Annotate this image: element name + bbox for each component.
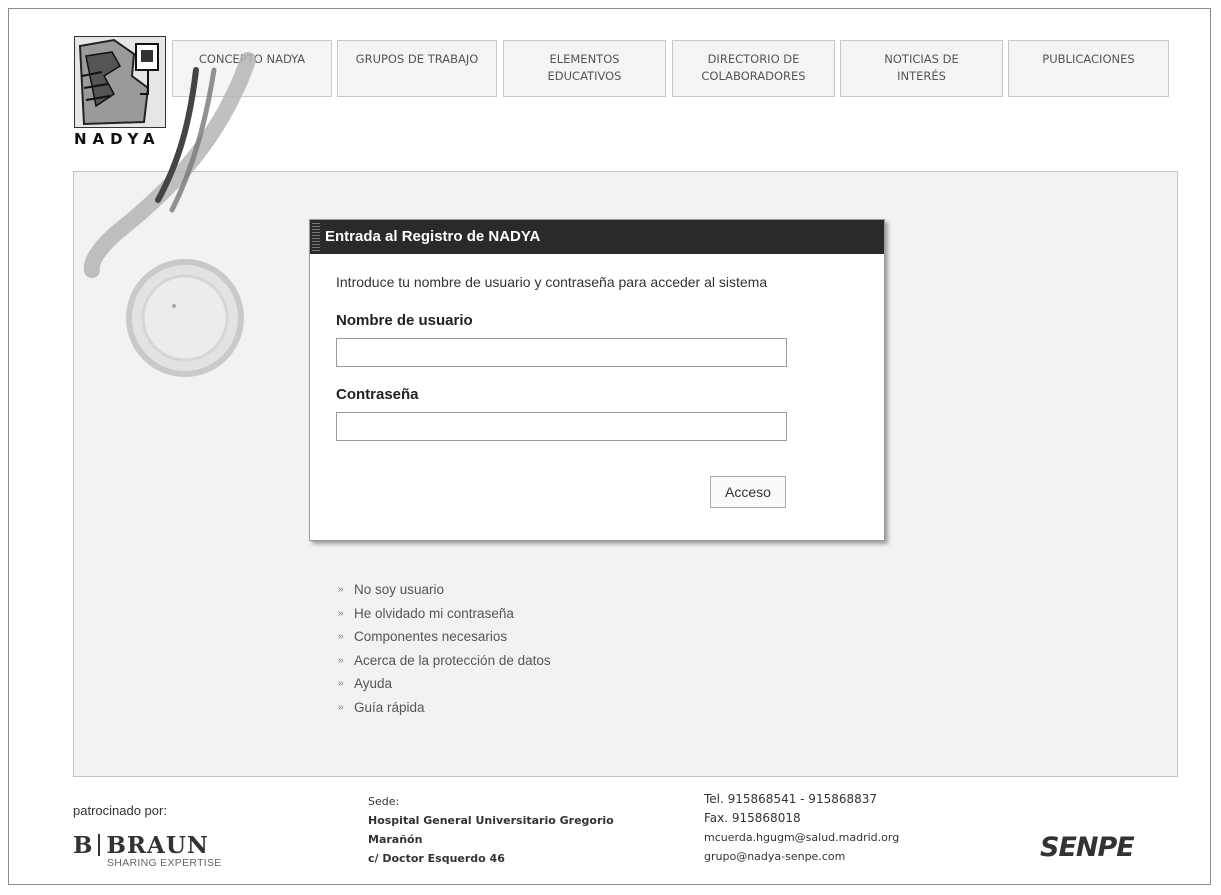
nav-publicaciones[interactable]: PUBLICACIONES bbox=[1008, 40, 1169, 97]
sede-line-1: Hospital General Universitario Gregorio bbox=[368, 814, 614, 827]
username-label: Nombre de usuario bbox=[336, 312, 473, 329]
sede-line-3: c/ Doctor Esquerdo 46 bbox=[368, 852, 505, 865]
contact-tel: Tel. 915868541 - 915868837 bbox=[704, 792, 878, 806]
access-button[interactable]: Acceso bbox=[710, 476, 786, 508]
nav-label: PUBLICACIONES bbox=[1042, 52, 1135, 66]
contact-info: Tel. 915868541 - 915868837 Fax. 91586801… bbox=[704, 790, 899, 866]
senpe-logo[interactable]: SENPE bbox=[1040, 832, 1135, 863]
login-title: Entrada al Registro de NADYA bbox=[325, 228, 541, 245]
sponsor-label: patrocinado por: bbox=[73, 803, 167, 818]
braun-tagline: SHARING EXPERTISE bbox=[107, 857, 222, 869]
link-ayuda[interactable]: » Ayuda bbox=[338, 672, 551, 696]
link-no-soy-usuario[interactable]: » No soy usuario bbox=[338, 578, 551, 602]
link-label: Componentes necesarios bbox=[354, 629, 508, 645]
nav-label: ELEMENTOS EDUCATIVOS bbox=[547, 52, 622, 83]
sede-line-2: Marañón bbox=[368, 833, 423, 846]
double-chevron-icon: » bbox=[338, 631, 344, 643]
drag-grip-icon bbox=[312, 223, 320, 251]
link-proteccion-datos[interactable]: » Acerca de la protección de datos bbox=[338, 649, 551, 673]
nav-grupos-de-trabajo[interactable]: GRUPOS DE TRABAJO bbox=[337, 40, 497, 97]
double-chevron-icon: » bbox=[338, 654, 344, 666]
password-input[interactable] bbox=[336, 412, 787, 441]
nav-elementos-educativos[interactable]: ELEMENTOS EDUCATIVOS bbox=[503, 40, 666, 97]
login-dialog: Entrada al Registro de NADYA Introduce t… bbox=[309, 219, 885, 541]
braun-logo-name: BRAUN bbox=[106, 832, 209, 859]
link-label: Ayuda bbox=[354, 676, 393, 692]
login-header: Entrada al Registro de NADYA bbox=[310, 220, 884, 254]
help-links: » No soy usuario » He olvidado mi contrase… bbox=[338, 578, 551, 719]
link-label: Acerca de la protección de datos bbox=[354, 652, 551, 668]
nav-directorio-de-colaboradores[interactable]: DIRECTORIO DE COLABORADORES bbox=[672, 40, 835, 97]
link-componentes-necesarios[interactable]: » Componentes necesarios bbox=[338, 625, 551, 649]
link-guia-rapida[interactable]: » Guía rápida bbox=[338, 696, 551, 720]
double-chevron-icon: » bbox=[338, 701, 344, 713]
login-intro-text: Introduce tu nombre de usuario y contras… bbox=[336, 274, 768, 290]
stethoscope-illustration bbox=[83, 52, 256, 377]
contact-email-2[interactable]: grupo@nadya-senpe.com bbox=[704, 847, 899, 866]
link-label: No soy usuario bbox=[354, 582, 445, 598]
contact-email-1[interactable]: mcuerda.hgugm@salud.madrid.org bbox=[704, 828, 899, 847]
nav-noticias-de-interes[interactable]: NOTICIAS DE INTERÉS bbox=[840, 40, 1003, 97]
braun-logo-initial: B bbox=[73, 832, 93, 859]
link-label: Guía rápida bbox=[354, 699, 425, 715]
double-chevron-icon: » bbox=[338, 584, 344, 596]
link-olvidado-contrasena[interactable]: » He olvidado mi contraseña bbox=[338, 602, 551, 626]
double-chevron-icon: » bbox=[338, 607, 344, 619]
braun-logo-divider bbox=[98, 834, 101, 856]
contact-fax: Fax. 915868018 bbox=[704, 811, 801, 825]
password-label: Contraseña bbox=[336, 386, 419, 403]
nav-label: NOTICIAS DE INTERÉS bbox=[884, 52, 959, 83]
double-chevron-icon: » bbox=[338, 678, 344, 690]
sede-title: Sede: bbox=[368, 795, 400, 808]
nav-label: DIRECTORIO DE COLABORADORES bbox=[701, 52, 806, 83]
link-label: He olvidado mi contraseña bbox=[354, 605, 514, 621]
username-input[interactable] bbox=[336, 338, 787, 367]
braun-logo[interactable]: B BRAUN SHARING EXPERTISE bbox=[73, 832, 221, 869]
sede-address: Sede: Hospital General Universitario Gre… bbox=[368, 792, 614, 868]
nav-label: GRUPOS DE TRABAJO bbox=[355, 52, 479, 66]
